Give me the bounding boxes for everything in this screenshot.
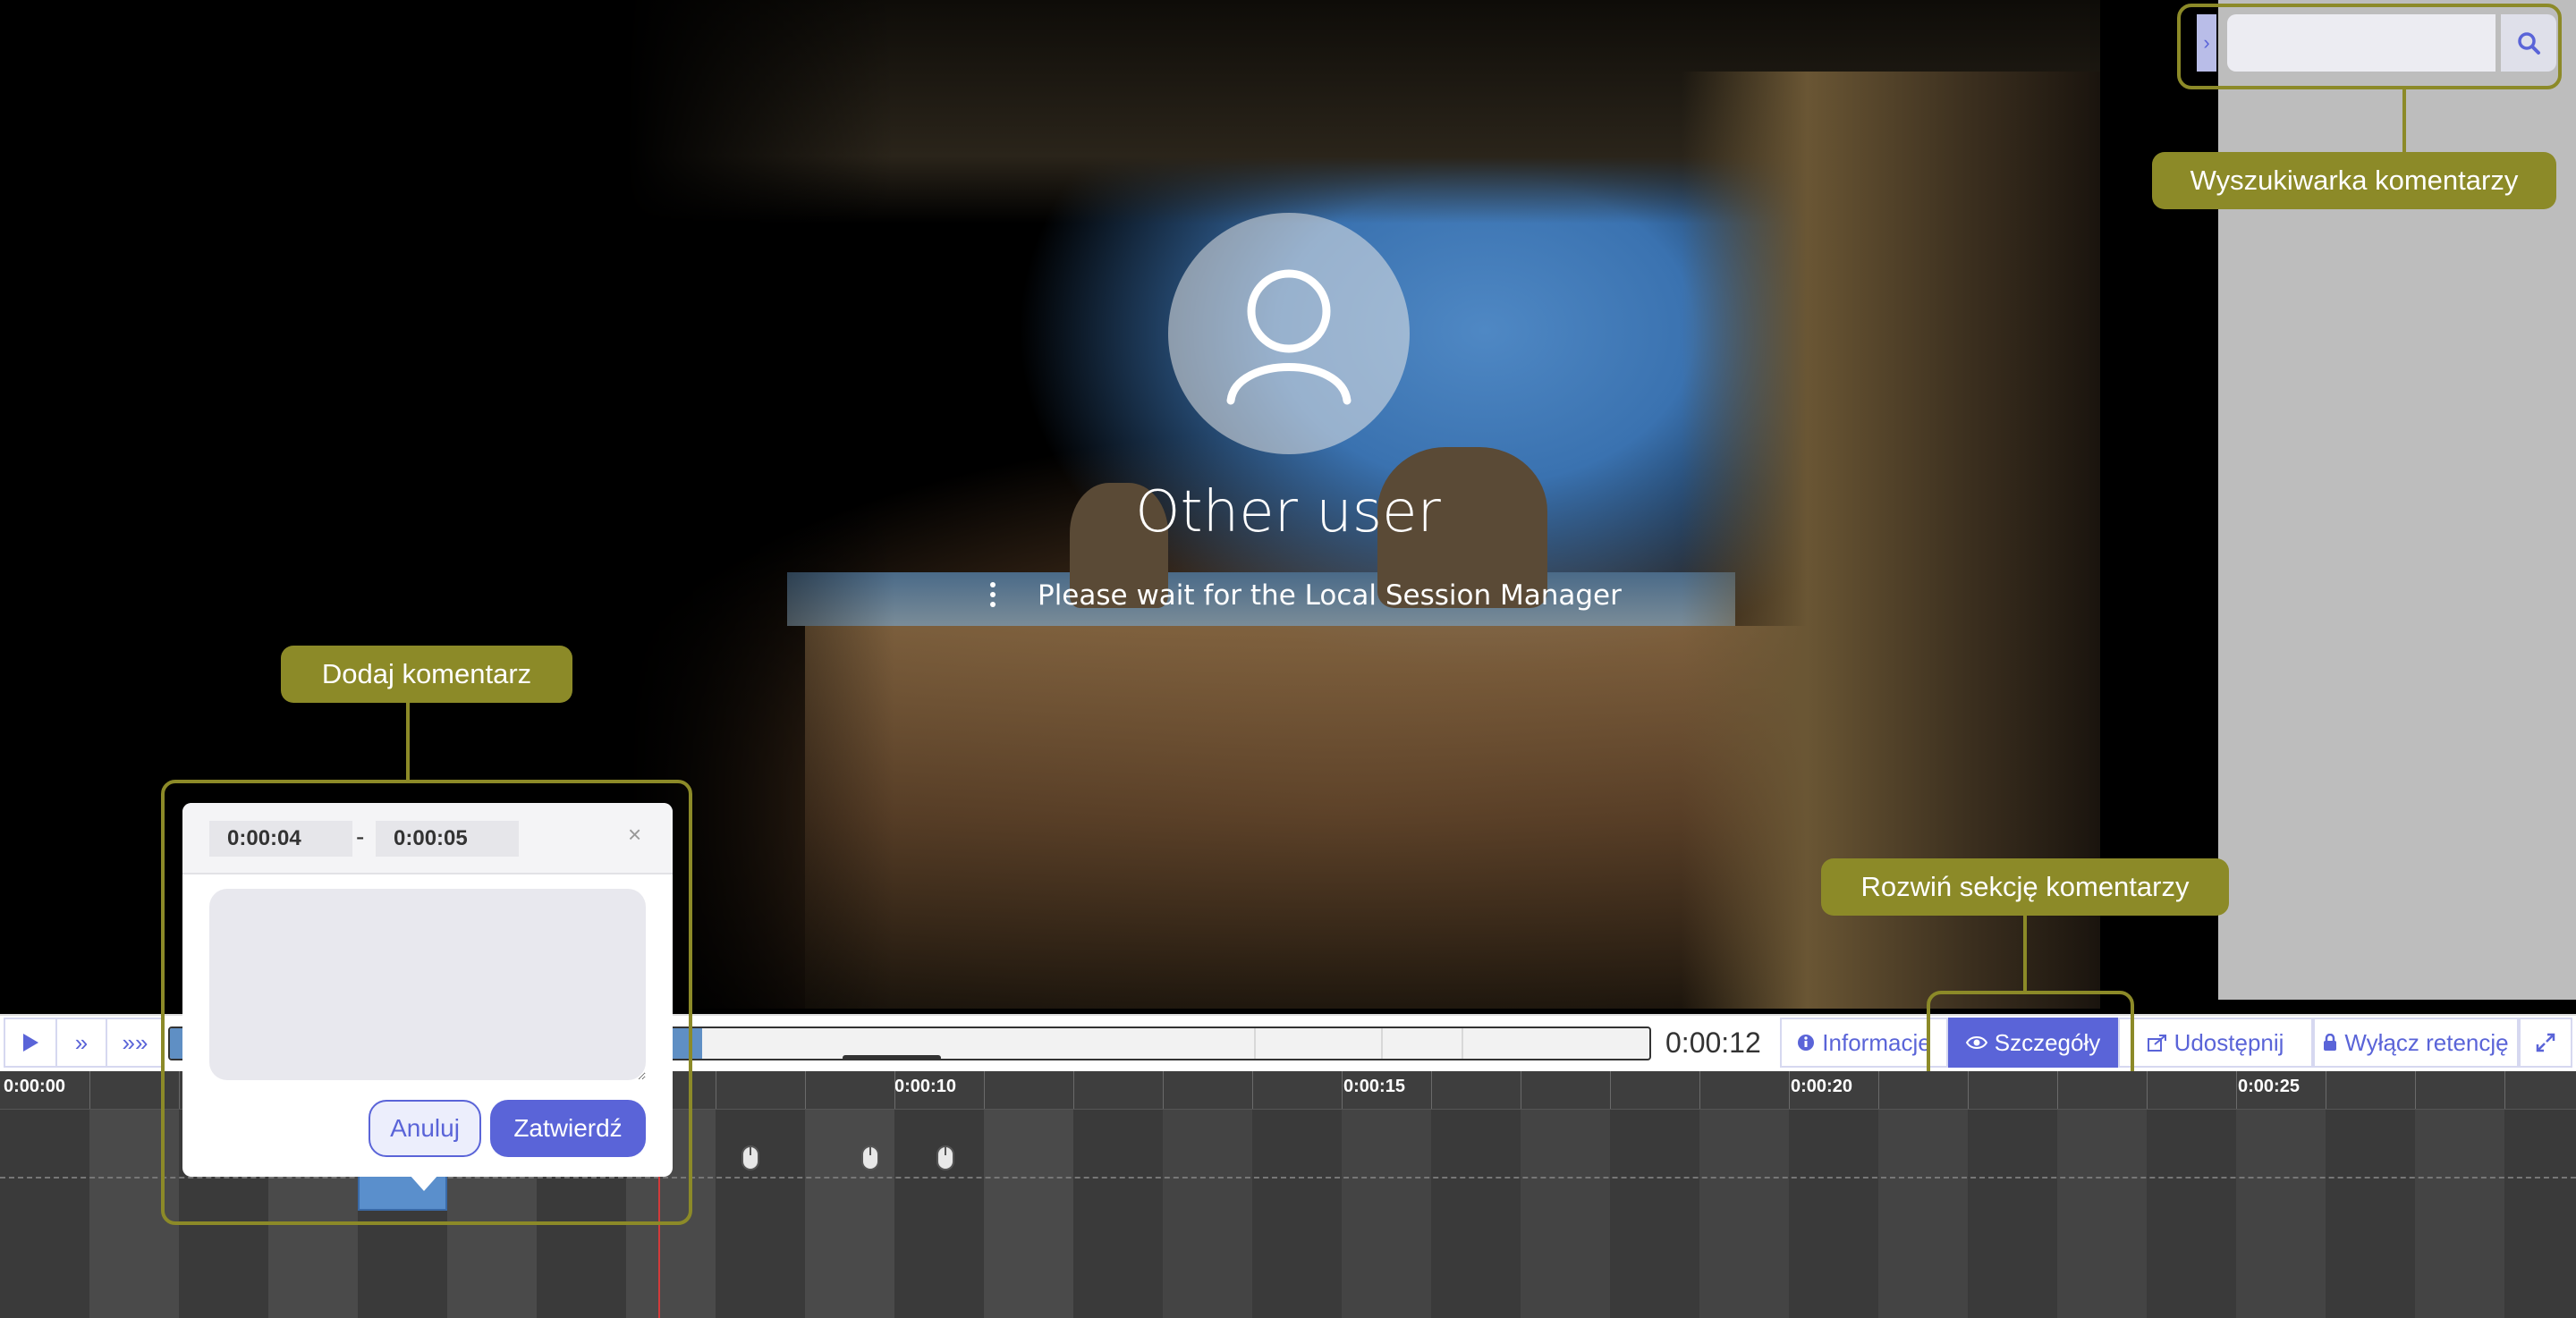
fast-forward-button[interactable]: » bbox=[55, 1018, 107, 1068]
timeline-column bbox=[2415, 1109, 2504, 1318]
callout-add-comment: Dodaj komentarz bbox=[281, 646, 572, 703]
disable-retention-button[interactable]: Wyłącz retencję bbox=[2313, 1018, 2519, 1068]
progress-scrub-handle[interactable] bbox=[843, 1055, 941, 1059]
ruler-tick bbox=[1789, 1071, 1790, 1109]
comments-side-panel bbox=[2218, 0, 2576, 1000]
play-icon bbox=[23, 1034, 38, 1052]
loading-spinner-icon bbox=[989, 581, 996, 612]
ruler-tick bbox=[1252, 1071, 1253, 1109]
ruler-tick bbox=[1073, 1071, 1074, 1109]
current-time: 0:00:12 bbox=[1665, 1027, 1761, 1059]
timeline-column bbox=[805, 1109, 894, 1318]
ruler-tick bbox=[2415, 1071, 2416, 1109]
mouse-click-icon[interactable] bbox=[741, 1145, 760, 1171]
ruler-tick bbox=[1163, 1071, 1164, 1109]
mouse-click-icon[interactable] bbox=[936, 1145, 955, 1171]
ruler-tick bbox=[805, 1071, 806, 1109]
disable-retention-label: Wyłącz retencję bbox=[2344, 1028, 2509, 1056]
share-icon bbox=[2147, 1035, 2166, 1052]
ruler-tick bbox=[1342, 1071, 1343, 1109]
add-comment-highlight-frame bbox=[161, 780, 692, 1225]
tick-label: 0:00:25 bbox=[2238, 1077, 2300, 1096]
login-username: Other user bbox=[1135, 479, 1441, 545]
timeline-column bbox=[0, 1109, 89, 1318]
timeline-column bbox=[2326, 1109, 2415, 1318]
ruler-tick bbox=[1878, 1071, 1879, 1109]
fastest-forward-button[interactable]: »» bbox=[106, 1018, 165, 1068]
progress-segment-divider bbox=[1462, 1028, 1463, 1059]
tick-label: 0:00:00 bbox=[4, 1077, 65, 1096]
user-avatar-icon bbox=[1168, 213, 1410, 454]
timeline-column bbox=[1610, 1109, 1699, 1318]
ruler-tick bbox=[1610, 1071, 1611, 1109]
info-button[interactable]: Informacje bbox=[1780, 1018, 1948, 1068]
timeline-column bbox=[2057, 1109, 2147, 1318]
timeline-column bbox=[2236, 1109, 2326, 1318]
ruler-tick bbox=[984, 1071, 985, 1109]
timeline-column bbox=[1073, 1109, 1163, 1318]
lock-icon bbox=[2324, 1034, 2337, 1051]
info-label: Informacje bbox=[1822, 1028, 1931, 1056]
ruler-tick bbox=[2057, 1071, 2058, 1109]
timeline-column bbox=[2147, 1109, 2236, 1318]
share-label: Udostępnij bbox=[2174, 1028, 2284, 1056]
ruler-tick bbox=[1968, 1071, 1969, 1109]
callout-connector bbox=[2402, 89, 2406, 152]
ruler-tick bbox=[2147, 1071, 2148, 1109]
timeline-column bbox=[1431, 1109, 1521, 1318]
tick-label: 0:00:20 bbox=[1791, 1077, 1852, 1096]
ruler-tick bbox=[1699, 1071, 1700, 1109]
callout-expand-comments: Rozwiń sekcję komentarzy bbox=[1821, 858, 2229, 916]
callout-connector bbox=[2023, 916, 2027, 991]
timeline-column bbox=[894, 1109, 984, 1318]
timeline-column bbox=[1878, 1109, 1968, 1318]
timeline-column bbox=[1521, 1109, 1610, 1318]
fullscreen-button[interactable] bbox=[2519, 1018, 2572, 1068]
timeline-column bbox=[984, 1109, 1073, 1318]
ruler-tick bbox=[2504, 1071, 2505, 1109]
share-button[interactable]: Udostępnij bbox=[2118, 1018, 2313, 1068]
progress-segment-divider bbox=[1254, 1028, 1256, 1059]
ruler-tick bbox=[89, 1071, 90, 1109]
ruler-tick bbox=[894, 1071, 895, 1109]
mouse-click-icon[interactable] bbox=[860, 1145, 880, 1171]
timeline-column bbox=[1252, 1109, 1342, 1318]
fastest-forward-icon: »» bbox=[122, 1028, 148, 1056]
callout-connector bbox=[406, 703, 410, 780]
progress-segment-divider bbox=[1381, 1028, 1383, 1059]
timeline-column bbox=[2504, 1109, 2576, 1318]
login-status-message: Please wait for the Local Session Manage… bbox=[1038, 579, 1622, 612]
tick-label: 0:00:15 bbox=[1343, 1077, 1405, 1096]
timeline-column bbox=[716, 1109, 805, 1318]
search-highlight-frame bbox=[2177, 4, 2562, 89]
ruler-tick bbox=[1431, 1071, 1432, 1109]
callout-search: Wyszukiwarka komentarzy bbox=[2152, 152, 2556, 209]
fast-forward-icon: » bbox=[74, 1028, 89, 1056]
timeline-column bbox=[1342, 1109, 1431, 1318]
timeline-column bbox=[1163, 1109, 1252, 1318]
tick-label: 0:00:10 bbox=[894, 1077, 956, 1096]
timeline-column bbox=[1699, 1109, 1789, 1318]
info-icon bbox=[1798, 1035, 1815, 1051]
ruler-tick bbox=[2236, 1071, 2237, 1109]
timeline-column bbox=[1968, 1109, 2057, 1318]
timeline-column bbox=[1789, 1109, 1878, 1318]
play-button[interactable] bbox=[4, 1018, 57, 1068]
fullscreen-icon bbox=[2536, 1033, 2555, 1052]
